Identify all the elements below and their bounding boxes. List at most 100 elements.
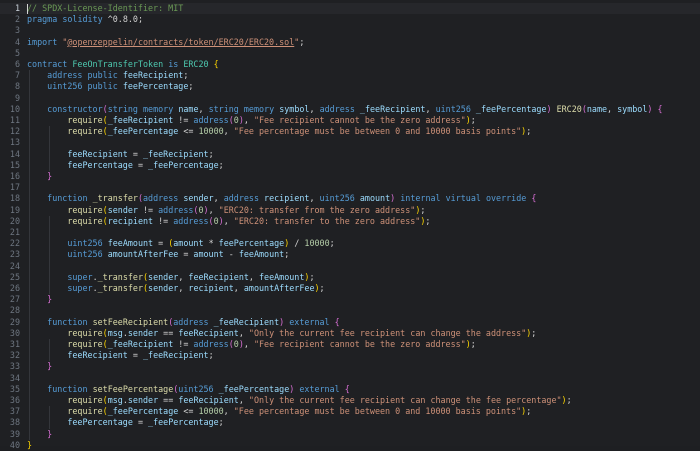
code-token: , [208,204,219,215]
code-line[interactable]: 36 require(msg.sender == feeRecipient, "… [0,395,700,406]
code-line[interactable]: 10 constructor(string memory name, strin… [0,104,700,115]
code-token: solidity [62,14,103,25]
code-line[interactable]: 31 require(_feeRecipient != address(0), … [0,339,700,350]
code-token: feeRecipient [67,148,128,159]
code-line[interactable]: 25 super._transfer(sender, feeRecipient,… [0,272,700,283]
code-line[interactable]: 26 super._transfer(sender, recipient, am… [0,283,700,294]
line-number: 7 [14,70,20,81]
code-token: * [203,238,219,249]
code-token: super [67,283,93,293]
code-token: _transfer [92,193,138,204]
code-text: require(msg.sender == feeRecipient, "Onl… [27,328,536,339]
code-token: _feeRecipient [107,339,174,349]
code-token: feePercentage [67,417,133,428]
code-line[interactable]: 4 import "@openzeppelin/contracts/token/E… [0,37,700,48]
code-line[interactable]: 27 } [0,294,700,305]
code-line[interactable]: 34 [0,373,700,384]
code-token: = [153,238,169,249]
code-line[interactable]: 11 require(_feeRecipient != address(0), … [0,115,700,126]
code-line[interactable]: 39 } [0,429,700,440]
code-token: , [309,193,320,204]
line-number: 14 [9,148,20,159]
code-token: uint256 [67,249,103,260]
code-line[interactable]: 37 require(_feePercentage <= 10000, "Fee… [0,406,700,417]
code-line[interactable]: 1 // SPDX-License-Identifier: MIT [0,3,700,15]
code-line[interactable]: 28 [0,305,700,316]
code-line[interactable]: 24 [0,261,700,272]
code-token: "Fee percentage must be between 0 and 10… [233,406,522,417]
code-line[interactable]: 14 feeRecipient = _feeRecipient; [0,149,700,160]
code-line[interactable]: 35 function setFeePercentage(uint256 _fe… [0,384,700,395]
code-line[interactable]: 21 [0,227,700,238]
code-line[interactable]: 30 require(msg.sender == feeRecipient, "… [0,328,700,339]
code-token: ; [319,283,325,293]
code-line[interactable]: 2 pragma solidity ^0.8.0; [0,14,700,25]
line-number: 33 [9,361,20,372]
code-token: feeAmount [107,238,154,249]
code-line[interactable]: 7 address public feeRecipient; [0,70,700,81]
code-token: require [67,327,103,338]
code-line[interactable]: 29 function setFeeRecipient(address _fee… [0,317,700,328]
code-editor[interactable]: 1 // SPDX-License-Identifier: MIT 2 pragma … [0,0,700,450]
code-text: pragma solidity ^0.8.0; [27,14,143,25]
code-line[interactable]: 22 uint256 feeAmount = (amount * feePerc… [0,238,700,249]
code-line[interactable]: 40} [0,440,700,451]
code-token: is [168,59,179,69]
code-line[interactable]: 20 require(recipient != address(0), "ERC… [0,216,700,227]
line-number: 9 [14,92,20,103]
line-number: 37 [9,406,20,417]
code-token: // SPDX-License-Identifier: MIT [27,3,184,13]
code-token: ; [526,406,532,417]
code-text: uint256 feeAmount = (amount * feePercent… [27,238,334,249]
code-line[interactable]: 15 feePercentage = _feePercentage; [0,160,700,171]
code-line[interactable]: 17 [0,182,700,193]
code-token: != [137,204,159,215]
code-text: require(sender != address(0), "ERC20: tr… [27,205,425,216]
code-line[interactable]: 32 feeRecipient = _feeRecipient; [0,350,700,361]
code-line[interactable]: 33 } [0,361,700,372]
code-token: _transfer [97,283,143,293]
code-token: , [238,327,249,338]
code-token: address [223,193,259,204]
code-token: , [213,193,224,204]
code-line[interactable]: 12 require(_feePercentage <= 10000, "Fee… [0,126,700,137]
code-token: == [158,395,179,405]
code-token: , [425,103,436,114]
line-number: 27 [9,294,20,305]
line-number: 40 [9,439,20,450]
code-token: super [67,271,93,282]
code-token: require [67,204,103,215]
code-token: "Fee percentage must be between 0 and 10… [233,126,522,137]
code-token: ; [218,159,224,170]
line-number: 13 [9,137,20,148]
code-line[interactable]: 16 } [0,171,700,182]
code-token: sender [127,327,159,338]
line-number: 23 [9,249,20,260]
code-token: , [223,215,234,226]
code-line[interactable]: 18 function _transfer(address sender, ad… [0,193,700,204]
code-line[interactable]: 5 [0,48,700,59]
code-token: import [27,36,58,47]
code-token: _feePercentage [475,103,547,114]
code-line[interactable]: 13 [0,137,700,148]
code-line[interactable]: 23 uint256 amountAfterFee = amount - fee… [0,249,700,260]
code-line[interactable]: 6 contract FeeOnTransferToken is ERC20 { [0,59,700,70]
code-line[interactable]: 19 require(sender != address(0), "ERC20:… [0,205,700,216]
code-token: @openzeppelin/contracts/token/ERC20/ERC2… [67,36,295,47]
code-token: ; [183,70,189,81]
code-line[interactable]: 8 uint256 public feePercentage; [0,81,700,92]
code-text: import "@openzeppelin/contracts/token/ER… [27,37,304,48]
line-number: 18 [9,193,20,204]
code-line[interactable]: 9 [0,93,700,104]
code-token: _feeRecipient [359,103,426,114]
code-line[interactable]: 38 feePercentage = _feePercentage; [0,417,700,428]
line-number: 4 [14,36,20,47]
code-token: symbol [279,103,310,114]
code-line[interactable]: 3 [0,25,700,36]
